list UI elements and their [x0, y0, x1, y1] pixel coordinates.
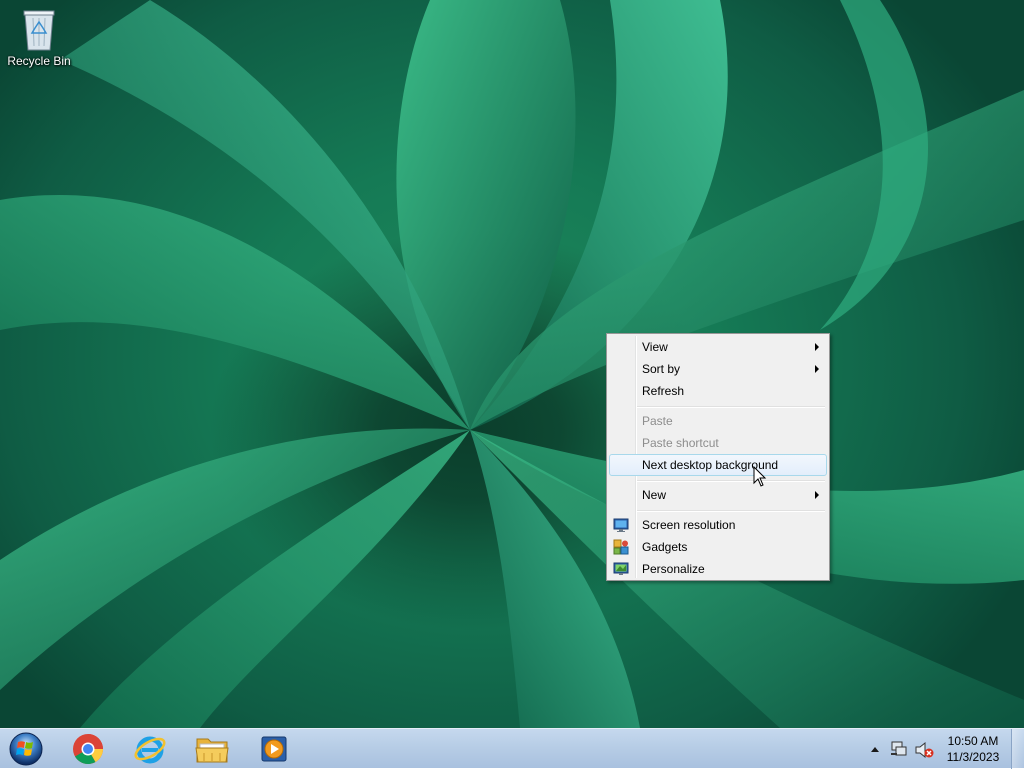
clock-time: 10:50 AM: [947, 734, 999, 748]
menu-item-new[interactable]: New: [609, 484, 827, 506]
clock[interactable]: 10:50 AM 11/3/2023: [940, 733, 1006, 765]
menu-item-label: Personalize: [642, 562, 705, 576]
menu-item-label: Refresh: [642, 384, 685, 398]
wallpaper-leaves: [0, 0, 1024, 728]
submenu-arrow-icon: [815, 491, 819, 499]
windows-orb-icon: [9, 732, 43, 766]
display-icon: [613, 518, 629, 532]
menu-item-personalize[interactable]: Personalize: [609, 558, 827, 580]
desktop[interactable]: Recycle Bin View Sort by Refresh Paste P…: [0, 0, 1024, 728]
notification-area: [866, 729, 938, 769]
menu-item-screen-resolution[interactable]: Screen resolution: [609, 514, 827, 536]
desktop-context-menu: View Sort by Refresh Paste Paste shortcu…: [606, 333, 830, 581]
menu-separator: [637, 480, 825, 482]
clock-date: 11/3/2023: [946, 750, 1000, 764]
menu-item-view[interactable]: View: [609, 336, 827, 358]
menu-item-refresh[interactable]: Refresh: [609, 380, 827, 402]
media-player-icon: [261, 736, 287, 762]
menu-item-paste-shortcut[interactable]: Paste shortcut: [609, 432, 827, 454]
menu-item-label: Gadgets: [642, 540, 688, 554]
menu-item-gadgets[interactable]: Gadgets: [609, 536, 827, 558]
menu-item-label: New: [642, 488, 667, 502]
menu-item-label: Sort by: [642, 362, 681, 376]
submenu-arrow-icon: [815, 343, 819, 351]
taskbar-chrome-button[interactable]: [62, 731, 114, 767]
menu-item-paste[interactable]: Paste: [609, 410, 827, 432]
menu-item-label: View: [642, 340, 668, 354]
folder-icon: [195, 738, 229, 763]
taskbar-ie-button[interactable]: [124, 731, 176, 767]
menu-item-next-desktop-background[interactable]: Next desktop background: [609, 454, 827, 476]
taskbar: 10:50 AM 11/3/2023: [0, 728, 1024, 769]
start-button[interactable]: [2, 731, 50, 767]
menu-item-label: Paste shortcut: [642, 436, 719, 450]
internet-explorer-icon: [134, 736, 166, 764]
desktop-icon-label: Recycle Bin: [7, 54, 71, 68]
menu-item-label: Screen resolution: [642, 518, 736, 532]
volume-muted-icon[interactable]: [914, 741, 934, 759]
menu-item-sort-by[interactable]: Sort by: [609, 358, 827, 380]
show-desktop-button[interactable]: [1011, 729, 1024, 769]
gadgets-icon: [613, 539, 629, 555]
taskbar-explorer-button[interactable]: [186, 731, 238, 767]
desktop-icon-recycle-bin[interactable]: Recycle Bin: [4, 4, 74, 76]
submenu-arrow-icon: [815, 365, 819, 373]
network-icon[interactable]: [890, 741, 908, 757]
menu-separator: [637, 406, 825, 408]
personalize-icon: [613, 562, 629, 575]
taskbar-media-player-button[interactable]: [248, 731, 300, 767]
mouse-cursor-icon: [753, 466, 767, 487]
menu-item-label: Paste: [642, 414, 673, 428]
recycle-bin-icon: [23, 10, 55, 51]
chrome-icon: [73, 734, 103, 765]
show-hidden-icons-chevron-icon[interactable]: [870, 745, 880, 753]
menu-separator: [637, 510, 825, 512]
